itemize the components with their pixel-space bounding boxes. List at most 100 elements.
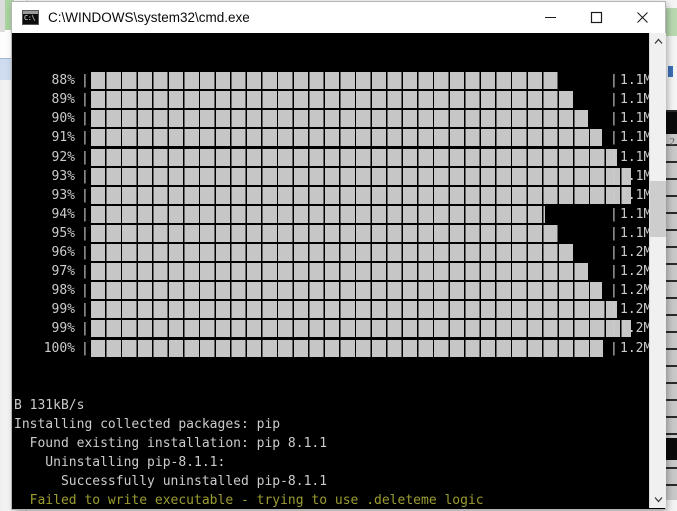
progress-size-label: 1.1MB 25 [620,92,649,108]
title-bar[interactable]: C:\ C:\WINDOWS\system32\cmd.exe [12,2,665,33]
progress-bar-fill [91,320,631,338]
progress-percent: 95% [51,225,75,241]
progress-percent: 89% [51,92,75,108]
progress-bar-right-delimiter: | [610,264,618,280]
progress-bar-left-delimiter: | [81,111,89,127]
progress-bar-left-delimiter: | [81,130,89,146]
scrollbar-up-button[interactable] [650,33,666,50]
progress-bar-left-delimiter: | [81,187,89,203]
progress-percent: 92% [51,149,75,165]
progress-bar-left-delimiter: | [81,206,89,222]
progress-percent: 88% [51,73,75,89]
progress-size-label: 1.2MB [620,245,649,261]
console-output-area[interactable]: 88%||1.1MB 2189%||1.1MB 2590%||1.1MB 239… [13,33,649,508]
progress-size-label: 1.1MB [620,225,649,241]
progress-row: 92%||1.1MB 2 [13,148,649,167]
progress-bar-right-delimiter: | [610,302,618,318]
progress-size-label: 1.2MB [620,283,649,299]
progress-bar-fill [91,301,617,319]
progress-row: 95%||1.1MB [13,224,649,243]
progress-row: 97%||1.2MB [13,262,649,281]
progress-bar-fill [91,167,631,185]
progress-bar-fill [91,263,588,281]
progress-percent: 93% [51,168,75,184]
progress-row: 99%||1.2MB [13,300,649,319]
console-text-line: Found existing installation: pip 8.1.1 [14,435,328,451]
progress-percent: 97% [51,264,75,280]
progress-size-label: 1.1MB 2 [620,130,649,146]
progress-percent: 99% [51,302,75,318]
console-text-line: Successfully uninstalled pip-8.1.1 [14,474,328,490]
progress-bar-left-delimiter: | [81,73,89,89]
progress-bar-left-delimiter: | [81,321,89,337]
progress-percent: 100% [43,340,75,356]
minimize-icon [544,17,556,18]
console-text-output: B 131kB/s Installing collected packages: … [13,396,649,508]
progress-size-label: 1.2MB [620,264,649,280]
progress-row: 90%||1.1MB 23 [13,109,649,128]
background-right-blue-marker [668,66,673,77]
close-icon [636,12,648,23]
chevron-up-icon [654,38,662,44]
progress-size-label: 1.2MB [620,321,649,337]
progress-bar-right-delimiter: | [610,92,618,108]
console-warning-line: Failed to write executable - trying to u… [14,493,484,508]
progress-size-label: 1.2MB [620,302,649,318]
progress-row: 88%||1.1MB 21 [13,71,649,90]
progress-bar-fill [91,282,602,300]
progress-row: 93%||1.1MB 2 [13,167,649,186]
progress-bar-left-delimiter: | [81,92,89,108]
progress-bar-fill [91,186,631,204]
progress-bar-left-delimiter: | [81,340,89,356]
progress-bar-left-delimiter: | [81,302,89,318]
progress-bar-right-delimiter: | [610,225,618,241]
progress-bar-fill [91,72,559,90]
window-title: C:\WINDOWS\system32\cmd.exe [48,10,250,25]
progress-size-label: 1.2M [620,340,649,356]
maximize-icon [590,11,602,24]
progress-bar-fill [91,148,617,166]
progress-bar-right-delimiter: | [610,187,618,203]
progress-percent: 98% [51,283,75,299]
progress-bar-fill [91,224,559,242]
chevron-down-icon [654,497,662,503]
progress-size-label: 1.1MB 23 [620,111,649,127]
progress-size-label: 1.1MB 2 [620,149,649,165]
progress-bar-fill [91,339,603,357]
cmd-icon: C:\ [22,10,39,25]
progress-percent: 93% [51,187,75,203]
download-progress-bars: 88%||1.1MB 2189%||1.1MB 2590%||1.1MB 239… [13,71,649,357]
progress-bar-right-delimiter: | [610,245,618,261]
console-scrollbar[interactable] [649,33,666,508]
progress-bar-right-delimiter: | [610,321,618,337]
progress-bar-right-delimiter: | [610,206,618,222]
maximize-button[interactable] [573,2,619,33]
progress-bar-fill [91,205,545,223]
progress-bar-left-delimiter: | [81,225,89,241]
progress-row: 99%||1.2MB [13,319,649,338]
progress-bar-left-delimiter: | [81,264,89,280]
progress-bar-right-delimiter: | [610,340,618,356]
minimize-button[interactable] [527,2,573,33]
progress-row: 94%||1.1MB [13,205,649,224]
scrollbar-down-button[interactable] [650,491,666,508]
background-left-edge-strip [0,0,5,32]
progress-bar-right-delimiter: | [610,149,618,165]
progress-bar-fill [91,91,574,109]
close-button[interactable] [619,2,665,33]
scrollbar-thumb[interactable] [650,181,666,237]
cmd-window[interactable]: C:\ C:\WINDOWS\system32\cmd.exe 88% | | … [12,2,666,509]
progress-bar-left-delimiter: | [81,149,89,165]
progress-percent: 99% [51,321,75,337]
progress-row: 93%||1.1MB 2 [13,186,649,205]
progress-bar-left-delimiter: | [81,245,89,261]
progress-row: 98%||1.2MB [13,281,649,300]
progress-size-label: 1.1MB 2 [620,187,649,203]
cmd-icon-label: C:\ [24,14,36,22]
progress-bar-right-delimiter: | [610,283,618,299]
progress-bar-left-delimiter: | [81,283,89,299]
progress-percent: 96% [51,245,75,261]
progress-bar-right-delimiter: | [610,111,618,127]
progress-row: 100% | | 1.2M [13,339,649,358]
desktop-screen: 2 C:\ C:\WINDOWS\system32\cmd.exe 88% | … [0,0,677,511]
